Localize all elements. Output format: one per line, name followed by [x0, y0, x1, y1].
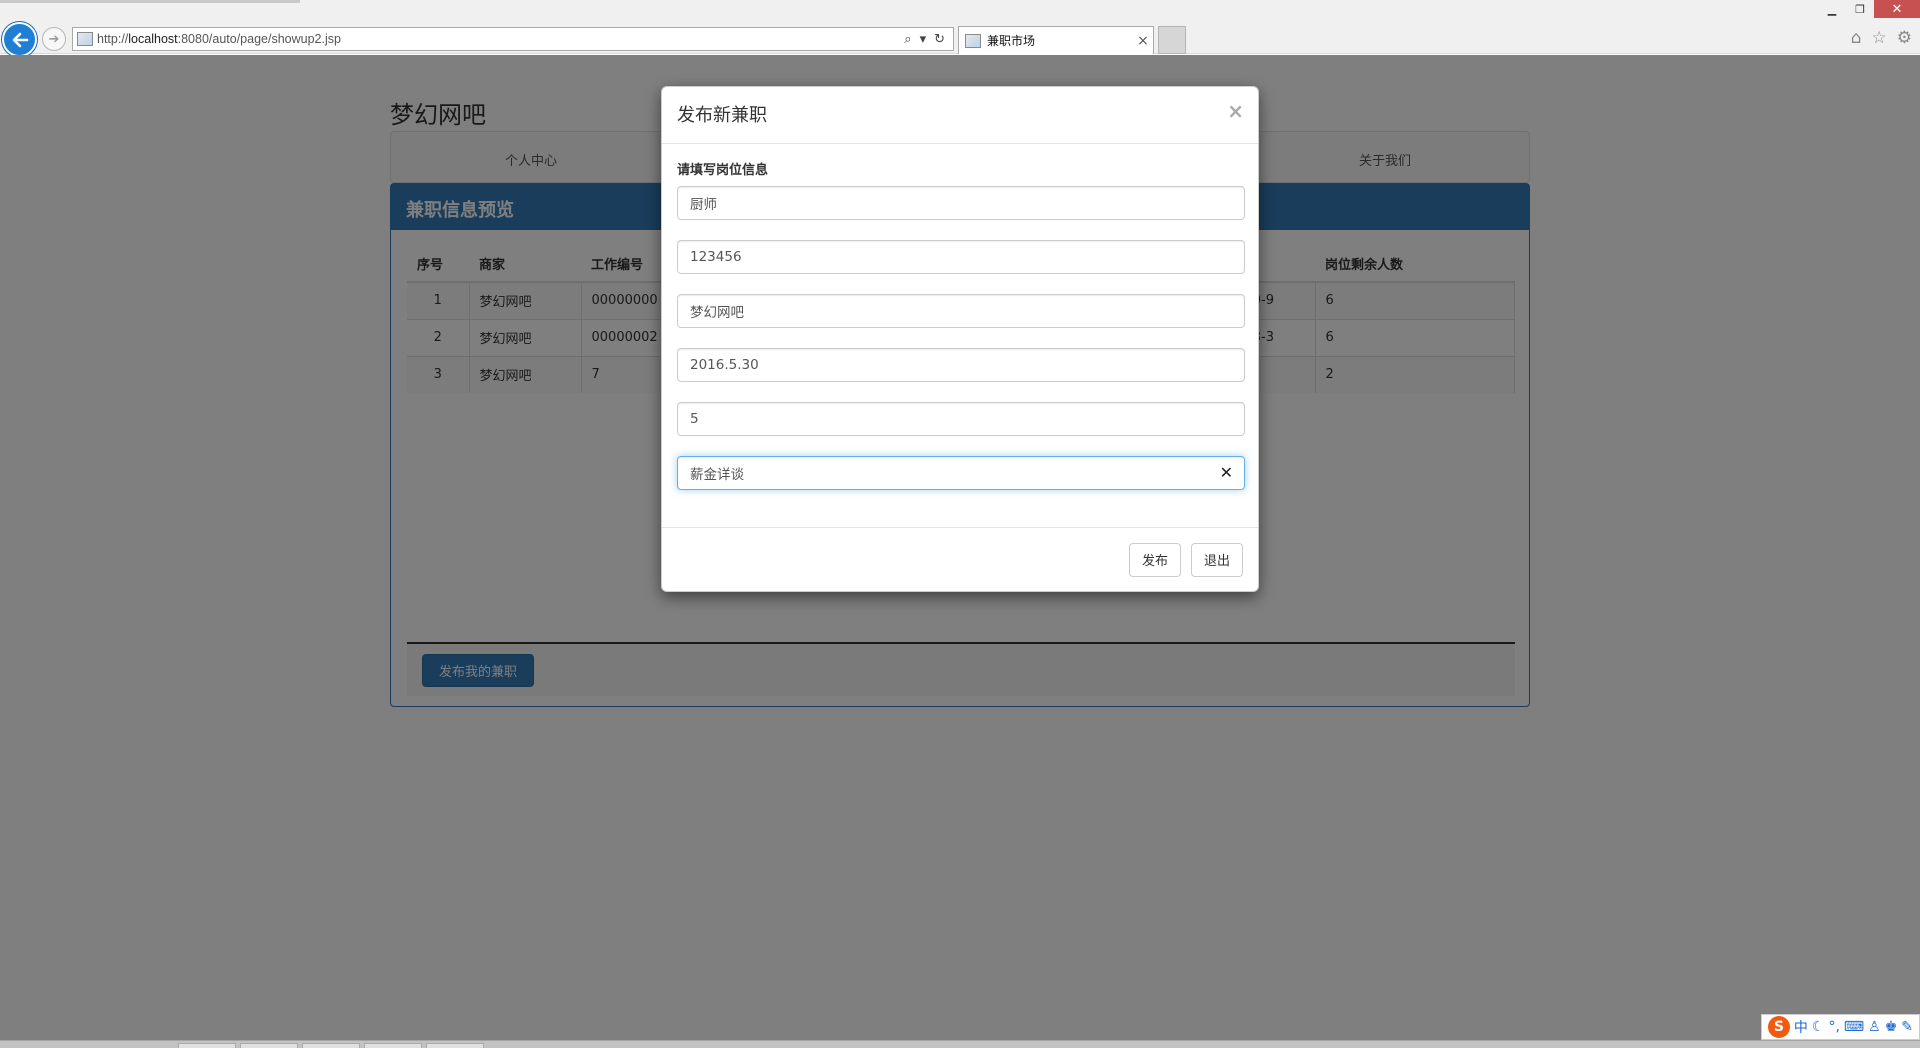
- dropdown-icon[interactable]: ▾: [920, 32, 927, 47]
- job-title-field-wrap: [677, 186, 1245, 220]
- modal-footer: 发布 退出: [662, 527, 1258, 591]
- browser-tab[interactable]: 兼职市场 ×: [958, 26, 1154, 54]
- taskbar-item[interactable]: [240, 1043, 298, 1048]
- star-icon[interactable]: ☆: [1872, 28, 1887, 48]
- wrench-icon[interactable]: ✎: [1901, 1019, 1913, 1035]
- refresh-icon[interactable]: ↻: [934, 32, 945, 47]
- browser-chrome: ➔ http://localhost:8080/auto/page/showup…: [0, 0, 1920, 57]
- title-bar-strip: [0, 0, 300, 3]
- browser-toolbar-icons: ⌂ ☆ ⚙: [1851, 28, 1912, 48]
- arrow-right-icon: ➔: [48, 31, 60, 47]
- modal-header: 发布新兼职 ×: [662, 87, 1258, 144]
- exit-button[interactable]: 退出: [1190, 542, 1243, 577]
- headcount-field-wrap: [677, 402, 1245, 436]
- modal-close-icon[interactable]: ×: [1227, 99, 1244, 123]
- gear-icon[interactable]: ⚙: [1897, 28, 1912, 48]
- modal-title: 发布新兼职: [677, 105, 767, 126]
- taskbar-item[interactable]: [302, 1043, 360, 1048]
- merchant-field-wrap: [677, 294, 1245, 328]
- tab-close-icon[interactable]: ×: [1133, 33, 1153, 49]
- ime-toolbar: S 中 ☾ °, ⌨ ♙ ♚ ✎: [1760, 1014, 1920, 1040]
- address-tools: ⌕ ▾ ↻: [904, 32, 953, 47]
- restore-icon[interactable]: ❐: [1846, 0, 1874, 18]
- page-icon: [77, 32, 93, 46]
- moon-icon[interactable]: ☾: [1812, 1019, 1825, 1035]
- taskbar-item[interactable]: [178, 1043, 236, 1048]
- url-rest: :8080/auto/page/showup2.jsp: [177, 32, 341, 46]
- window-close-button[interactable]: ✕: [1874, 0, 1920, 18]
- job-code-input[interactable]: [677, 240, 1245, 274]
- url-text: http://localhost:8080/auto/page/showup2.…: [97, 32, 904, 46]
- publish-job-modal: 发布新兼职 × 请填写岗位信息 ✕ 发布 退出: [661, 86, 1259, 592]
- url-prefix: http://: [97, 32, 129, 46]
- address-bar[interactable]: http://localhost:8080/auto/page/showup2.…: [72, 27, 954, 51]
- search-icon[interactable]: ⌕: [904, 32, 911, 47]
- window-controls: ▁ ❐ ✕: [1818, 0, 1920, 18]
- date-field-wrap: [677, 348, 1245, 382]
- arrow-left-icon: [12, 32, 28, 47]
- new-tab-button[interactable]: [1158, 26, 1186, 54]
- minimize-icon[interactable]: ▁: [1818, 0, 1846, 18]
- salary-input[interactable]: [677, 456, 1245, 490]
- date-input[interactable]: [677, 348, 1245, 382]
- taskbar-item[interactable]: [364, 1043, 422, 1048]
- form-label: 请填写岗位信息: [677, 163, 769, 178]
- job-code-field-wrap: [677, 240, 1245, 274]
- url-host: localhost: [128, 32, 178, 46]
- punctuation-icon[interactable]: °,: [1828, 1019, 1839, 1035]
- ime-mode[interactable]: 中: [1794, 1017, 1808, 1037]
- clear-icon[interactable]: ✕: [1220, 463, 1233, 482]
- keyboard-icon[interactable]: ⌨: [1844, 1019, 1864, 1035]
- back-button[interactable]: [2, 22, 37, 57]
- job-title-input[interactable]: [677, 186, 1245, 220]
- user-icon[interactable]: ♙: [1868, 1019, 1881, 1035]
- sogou-logo-icon[interactable]: S: [1767, 1016, 1790, 1038]
- publish-button[interactable]: 发布: [1128, 542, 1181, 577]
- home-icon[interactable]: ⌂: [1851, 28, 1862, 48]
- headcount-input[interactable]: [677, 402, 1245, 436]
- tab-title: 兼职市场: [987, 34, 1036, 48]
- shirt-icon[interactable]: ♚: [1885, 1019, 1898, 1035]
- taskbar-item[interactable]: [426, 1043, 484, 1048]
- salary-field-wrap: ✕: [677, 456, 1245, 490]
- tab-page-icon: [965, 33, 981, 48]
- forward-button[interactable]: ➔: [42, 27, 66, 51]
- merchant-input[interactable]: [677, 294, 1245, 328]
- taskbar: [0, 1040, 1920, 1048]
- modal-body: 请填写岗位信息 ✕: [662, 144, 1258, 529]
